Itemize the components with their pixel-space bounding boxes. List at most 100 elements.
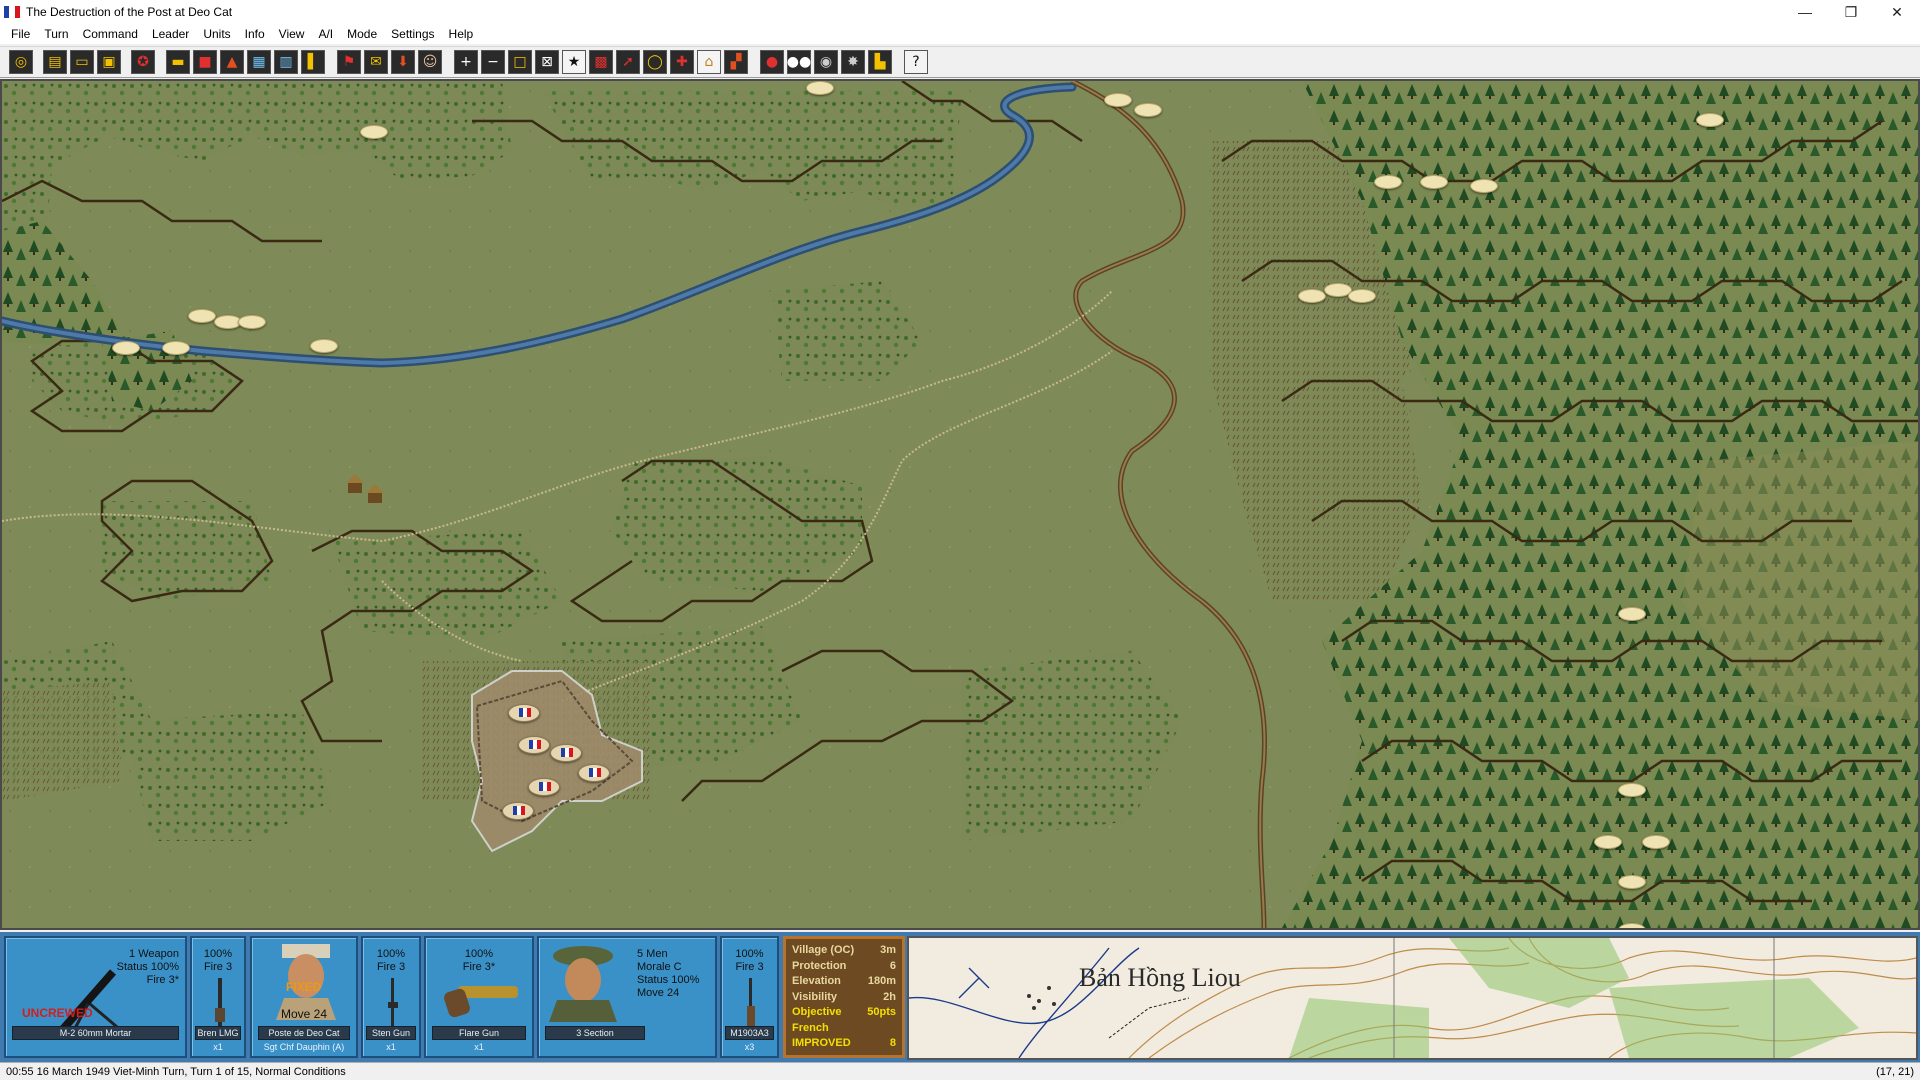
french-unit-marker[interactable] <box>518 736 550 754</box>
rifle-stat-1: 100% <box>735 948 764 960</box>
french-flag-icon <box>539 782 551 791</box>
bridge-icon[interactable]: ⌂ <box>697 50 721 74</box>
radar-icon[interactable]: ◉ <box>814 50 838 74</box>
unit-card-sten[interactable]: 100% Fire 3 Sten Gun x1 <box>361 936 421 1058</box>
vehicle-icon[interactable]: ▙ <box>868 50 892 74</box>
help-icon[interactable]: ? <box>904 50 928 74</box>
window-icon[interactable]: □ <box>508 50 532 74</box>
terrain-label: Visibility <box>792 990 838 1003</box>
menu-command[interactable]: Command <box>76 27 145 41</box>
star-icon[interactable]: ★ <box>562 50 586 74</box>
mortar-stat-2: Status 100% <box>116 961 179 973</box>
vietminh-unit-marker[interactable] <box>1618 923 1646 928</box>
rifle-count: x3 <box>744 1042 755 1052</box>
group-icon[interactable]: ●● <box>787 50 811 74</box>
flag-icon[interactable]: ⚑ <box>337 50 361 74</box>
vietminh-unit-marker[interactable] <box>1374 175 1402 189</box>
terrain-value: 180m <box>867 975 896 987</box>
unit-card-rifle[interactable]: 100% Fire 3 M1903A3 x3 <box>720 936 779 1058</box>
list-icon[interactable]: ▥ <box>274 50 298 74</box>
menu-info[interactable]: Info <box>238 27 272 41</box>
mortar-name: M-2 60mm Mortar <box>12 1026 179 1040</box>
menu-ai[interactable]: A/I <box>311 27 340 41</box>
zoom-in-icon[interactable]: + <box>454 50 478 74</box>
leader-icon[interactable]: ☺ <box>418 50 442 74</box>
topographic-map: Bản Hồng Liou <box>909 938 1916 1058</box>
zoom-out-icon[interactable]: − <box>481 50 505 74</box>
crosshair-icon[interactable]: ✚ <box>670 50 694 74</box>
vietminh-unit-marker[interactable] <box>188 309 216 323</box>
fort-icon[interactable]: ▞ <box>724 50 748 74</box>
menu-view[interactable]: View <box>272 27 312 41</box>
report-icon[interactable]: ▦ <box>247 50 271 74</box>
terrain-row: Protection 6 <box>792 959 896 973</box>
vietminh-unit-marker[interactable] <box>806 81 834 95</box>
save-icon[interactable]: ▣ <box>97 50 121 74</box>
download-icon[interactable]: ⬇ <box>391 50 415 74</box>
close-button[interactable]: ✕ <box>1874 0 1920 24</box>
new-game-icon[interactable]: ◎ <box>9 50 33 74</box>
menu-leader[interactable]: Leader <box>145 27 196 41</box>
vietminh-unit-marker[interactable] <box>1618 783 1646 797</box>
unit-card-flare-gun[interactable]: 100% Fire 3* Flare Gun x1 <box>424 936 534 1058</box>
flare-name: Flare Gun <box>432 1026 526 1040</box>
menu-mode[interactable]: Mode <box>340 27 384 41</box>
load-icon[interactable]: ▭ <box>70 50 94 74</box>
vietminh-unit-marker[interactable] <box>310 339 338 353</box>
vietminh-unit-marker[interactable] <box>1104 93 1132 107</box>
vietminh-unit-marker[interactable] <box>360 125 388 139</box>
minimize-button[interactable]: — <box>1782 0 1828 24</box>
vietminh-unit-marker[interactable] <box>1696 113 1724 127</box>
french-unit-marker[interactable] <box>528 778 560 796</box>
dice-icon[interactable]: ■ <box>193 50 217 74</box>
vietminh-unit-marker[interactable] <box>238 315 266 329</box>
terrain-label: Objective <box>792 1006 842 1018</box>
menu-turn[interactable]: Turn <box>37 27 75 41</box>
terrain-label: Village (OC) <box>792 944 855 956</box>
vietminh-unit-marker[interactable] <box>1642 835 1670 849</box>
turn-icon[interactable]: ▬ <box>166 50 190 74</box>
terrain-row: Visibility 2h <box>792 990 896 1004</box>
vietminh-unit-marker[interactable] <box>1420 175 1448 189</box>
vietminh-unit-marker[interactable] <box>1470 179 1498 193</box>
title-bar: The Destruction of the Post at Deo Cat —… <box>0 0 1920 24</box>
options-icon[interactable]: ✪ <box>131 50 155 74</box>
vietminh-unit-marker[interactable] <box>1594 835 1622 849</box>
vietminh-unit-marker[interactable] <box>1348 289 1376 303</box>
terrain-label: IMPROVED <box>792 1037 851 1049</box>
bren-stat-2: Fire 3 <box>203 961 233 973</box>
minimap[interactable]: Bản Hồng Liou <box>907 936 1918 1060</box>
starburst-icon[interactable]: ✸ <box>841 50 865 74</box>
terrain-row: Elevation 180m <box>792 974 896 988</box>
bar-icon[interactable]: ▌ <box>301 50 325 74</box>
french-unit-marker[interactable] <box>578 764 610 782</box>
unit-card-mortar[interactable]: 1 Weapon Status 100% Fire 3* UNCREWED M-… <box>4 936 187 1058</box>
info-icon[interactable]: ✉ <box>364 50 388 74</box>
restore-button[interactable]: ❐ <box>1828 0 1874 24</box>
unit-card-section[interactable]: 5 Men Morale C Status 100% Move 24 3 Sec… <box>537 936 717 1058</box>
french-unit-marker[interactable] <box>502 802 534 820</box>
open-icon[interactable]: ▤ <box>43 50 67 74</box>
hex-map[interactable] <box>0 79 1920 930</box>
vietminh-unit-marker[interactable] <box>162 341 190 355</box>
missile-icon[interactable]: ➚ <box>616 50 640 74</box>
vietminh-unit-marker[interactable] <box>1618 875 1646 889</box>
fire-icon[interactable]: ▲ <box>220 50 244 74</box>
minimap-place-label: Bản Hồng Liou <box>1079 963 1241 992</box>
vietminh-unit-marker[interactable] <box>1134 103 1162 117</box>
menu-settings[interactable]: Settings <box>384 27 441 41</box>
ball-icon[interactable]: ● <box>760 50 784 74</box>
vietminh-unit-marker[interactable] <box>1618 607 1646 621</box>
ring-icon[interactable]: ◯ <box>643 50 667 74</box>
unit-card-leader[interactable]: FIXED Move 24 Poste de Deo Cat Sgt Chf D… <box>250 936 358 1058</box>
french-unit-marker[interactable] <box>508 704 540 722</box>
menu-units[interactable]: Units <box>196 27 237 41</box>
menu-help[interactable]: Help <box>442 27 481 41</box>
french-unit-marker[interactable] <box>550 744 582 762</box>
menu-file[interactable]: File <box>4 27 37 41</box>
grid-icon[interactable]: ⊠ <box>535 50 559 74</box>
target-icon[interactable]: ▩ <box>589 50 613 74</box>
vietminh-unit-marker[interactable] <box>112 341 140 355</box>
vietminh-unit-marker[interactable] <box>1298 289 1326 303</box>
unit-card-bren[interactable]: 100% Fire 3 Bren LMG x1 <box>190 936 246 1058</box>
